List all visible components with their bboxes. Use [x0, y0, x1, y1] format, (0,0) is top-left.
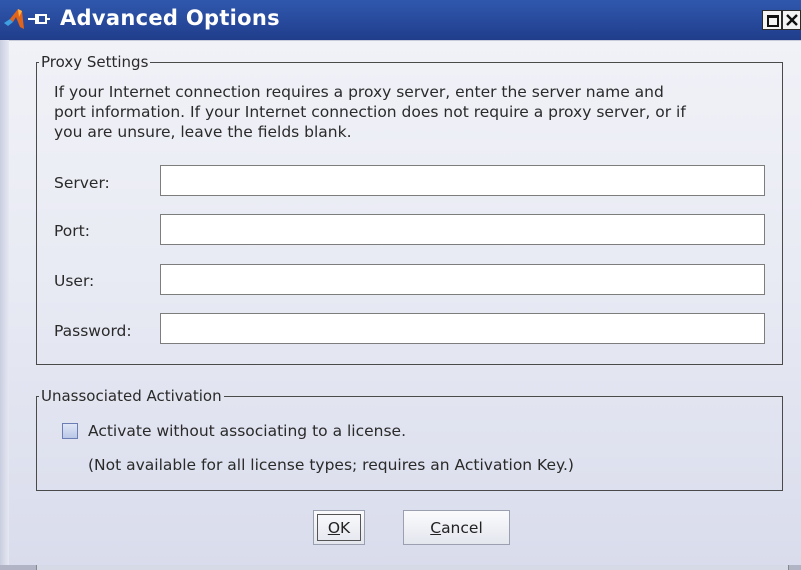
password-input[interactable] — [160, 313, 765, 344]
port-input[interactable] — [160, 214, 765, 245]
close-icon — [786, 14, 798, 26]
maximize-icon — [767, 15, 779, 27]
ok-button[interactable]: OK — [313, 510, 365, 545]
ok-label-rest: K — [340, 518, 351, 537]
ok-button-label: OK — [328, 519, 350, 537]
window-title: Advanced Options — [60, 6, 280, 30]
advanced-options-dialog: Advanced Options Proxy Settings If your … — [0, 0, 801, 570]
proxy-description-line: port information. If your Internet conne… — [54, 103, 686, 121]
activate-without-license-checkbox[interactable] — [62, 423, 78, 439]
cancel-label-rest: ancel — [441, 518, 483, 537]
window-bottom-edge — [0, 565, 801, 570]
proxy-description-line: you are unsure, leave the fields blank. — [54, 123, 352, 141]
user-input[interactable] — [160, 264, 765, 295]
activation-key-note: (Not available for all license types; re… — [88, 456, 574, 474]
port-label: Port: — [54, 222, 90, 240]
password-label: Password: — [54, 322, 132, 340]
app-logo-icon[interactable] — [2, 5, 58, 33]
bottom-edge-segment — [36, 565, 789, 570]
close-button[interactable] — [782, 10, 801, 30]
server-label: Server: — [54, 174, 110, 192]
activate-without-license-label[interactable]: Activate without associating to a licens… — [88, 422, 406, 440]
title-bar[interactable]: Advanced Options — [0, 0, 801, 41]
unassociated-activation-legend: Unassociated Activation — [41, 387, 222, 405]
cancel-button[interactable]: Cancel — [403, 510, 510, 545]
proxy-description-line: If your Internet connection requires a p… — [54, 83, 664, 101]
pin-icon — [28, 14, 50, 24]
cancel-button-label: Cancel — [430, 519, 483, 537]
proxy-description: If your Internet connection requires a p… — [54, 82, 774, 142]
server-input[interactable] — [160, 165, 765, 196]
window-left-edge — [0, 40, 9, 570]
cancel-mnemonic: C — [430, 518, 442, 537]
proxy-settings-legend: Proxy Settings — [41, 53, 149, 71]
user-label: User: — [54, 272, 95, 290]
maximize-button[interactable] — [762, 10, 782, 30]
ok-mnemonic: O — [327, 518, 341, 537]
